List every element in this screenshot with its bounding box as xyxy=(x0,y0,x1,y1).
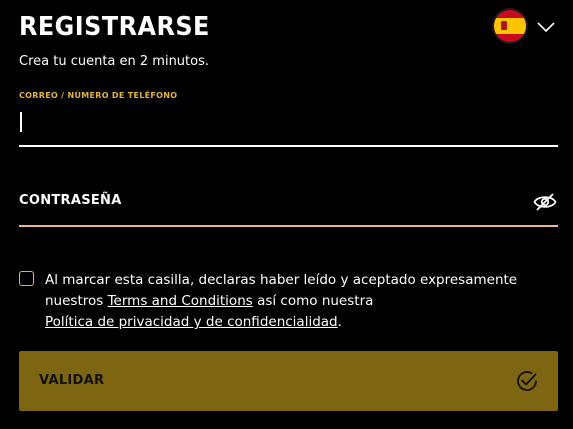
email-field-underline xyxy=(19,145,558,147)
password-field-underline xyxy=(19,225,558,227)
eye-icon[interactable] xyxy=(533,191,557,213)
check-circle-icon xyxy=(517,371,537,391)
consent-text-end: . xyxy=(337,314,342,330)
privacy-link[interactable]: Política de privacidad y de confidencial… xyxy=(45,314,338,330)
consent-text: Al marcar esta casilla, declaras haber l… xyxy=(45,270,555,333)
consent-text-part: así como nuestra xyxy=(252,293,374,309)
terms-link[interactable]: Terms and Conditions xyxy=(108,293,253,309)
chevron-down-icon xyxy=(537,22,555,33)
consent-checkbox[interactable] xyxy=(19,271,34,286)
email-field-label: CORREO / NÚMERO DE TELÉFONO xyxy=(19,91,178,100)
spain-flag-icon xyxy=(494,10,526,42)
validate-button[interactable]: VALIDAR xyxy=(19,351,558,411)
page-subtitle: Crea tu cuenta en 2 minutos. xyxy=(19,54,210,69)
text-cursor xyxy=(20,112,22,132)
email-field[interactable] xyxy=(19,105,562,147)
validate-button-label: VALIDAR xyxy=(39,373,105,388)
language-selector[interactable] xyxy=(493,10,559,44)
page-title: REGISTRARSE xyxy=(19,12,210,42)
password-field[interactable] xyxy=(19,185,523,227)
